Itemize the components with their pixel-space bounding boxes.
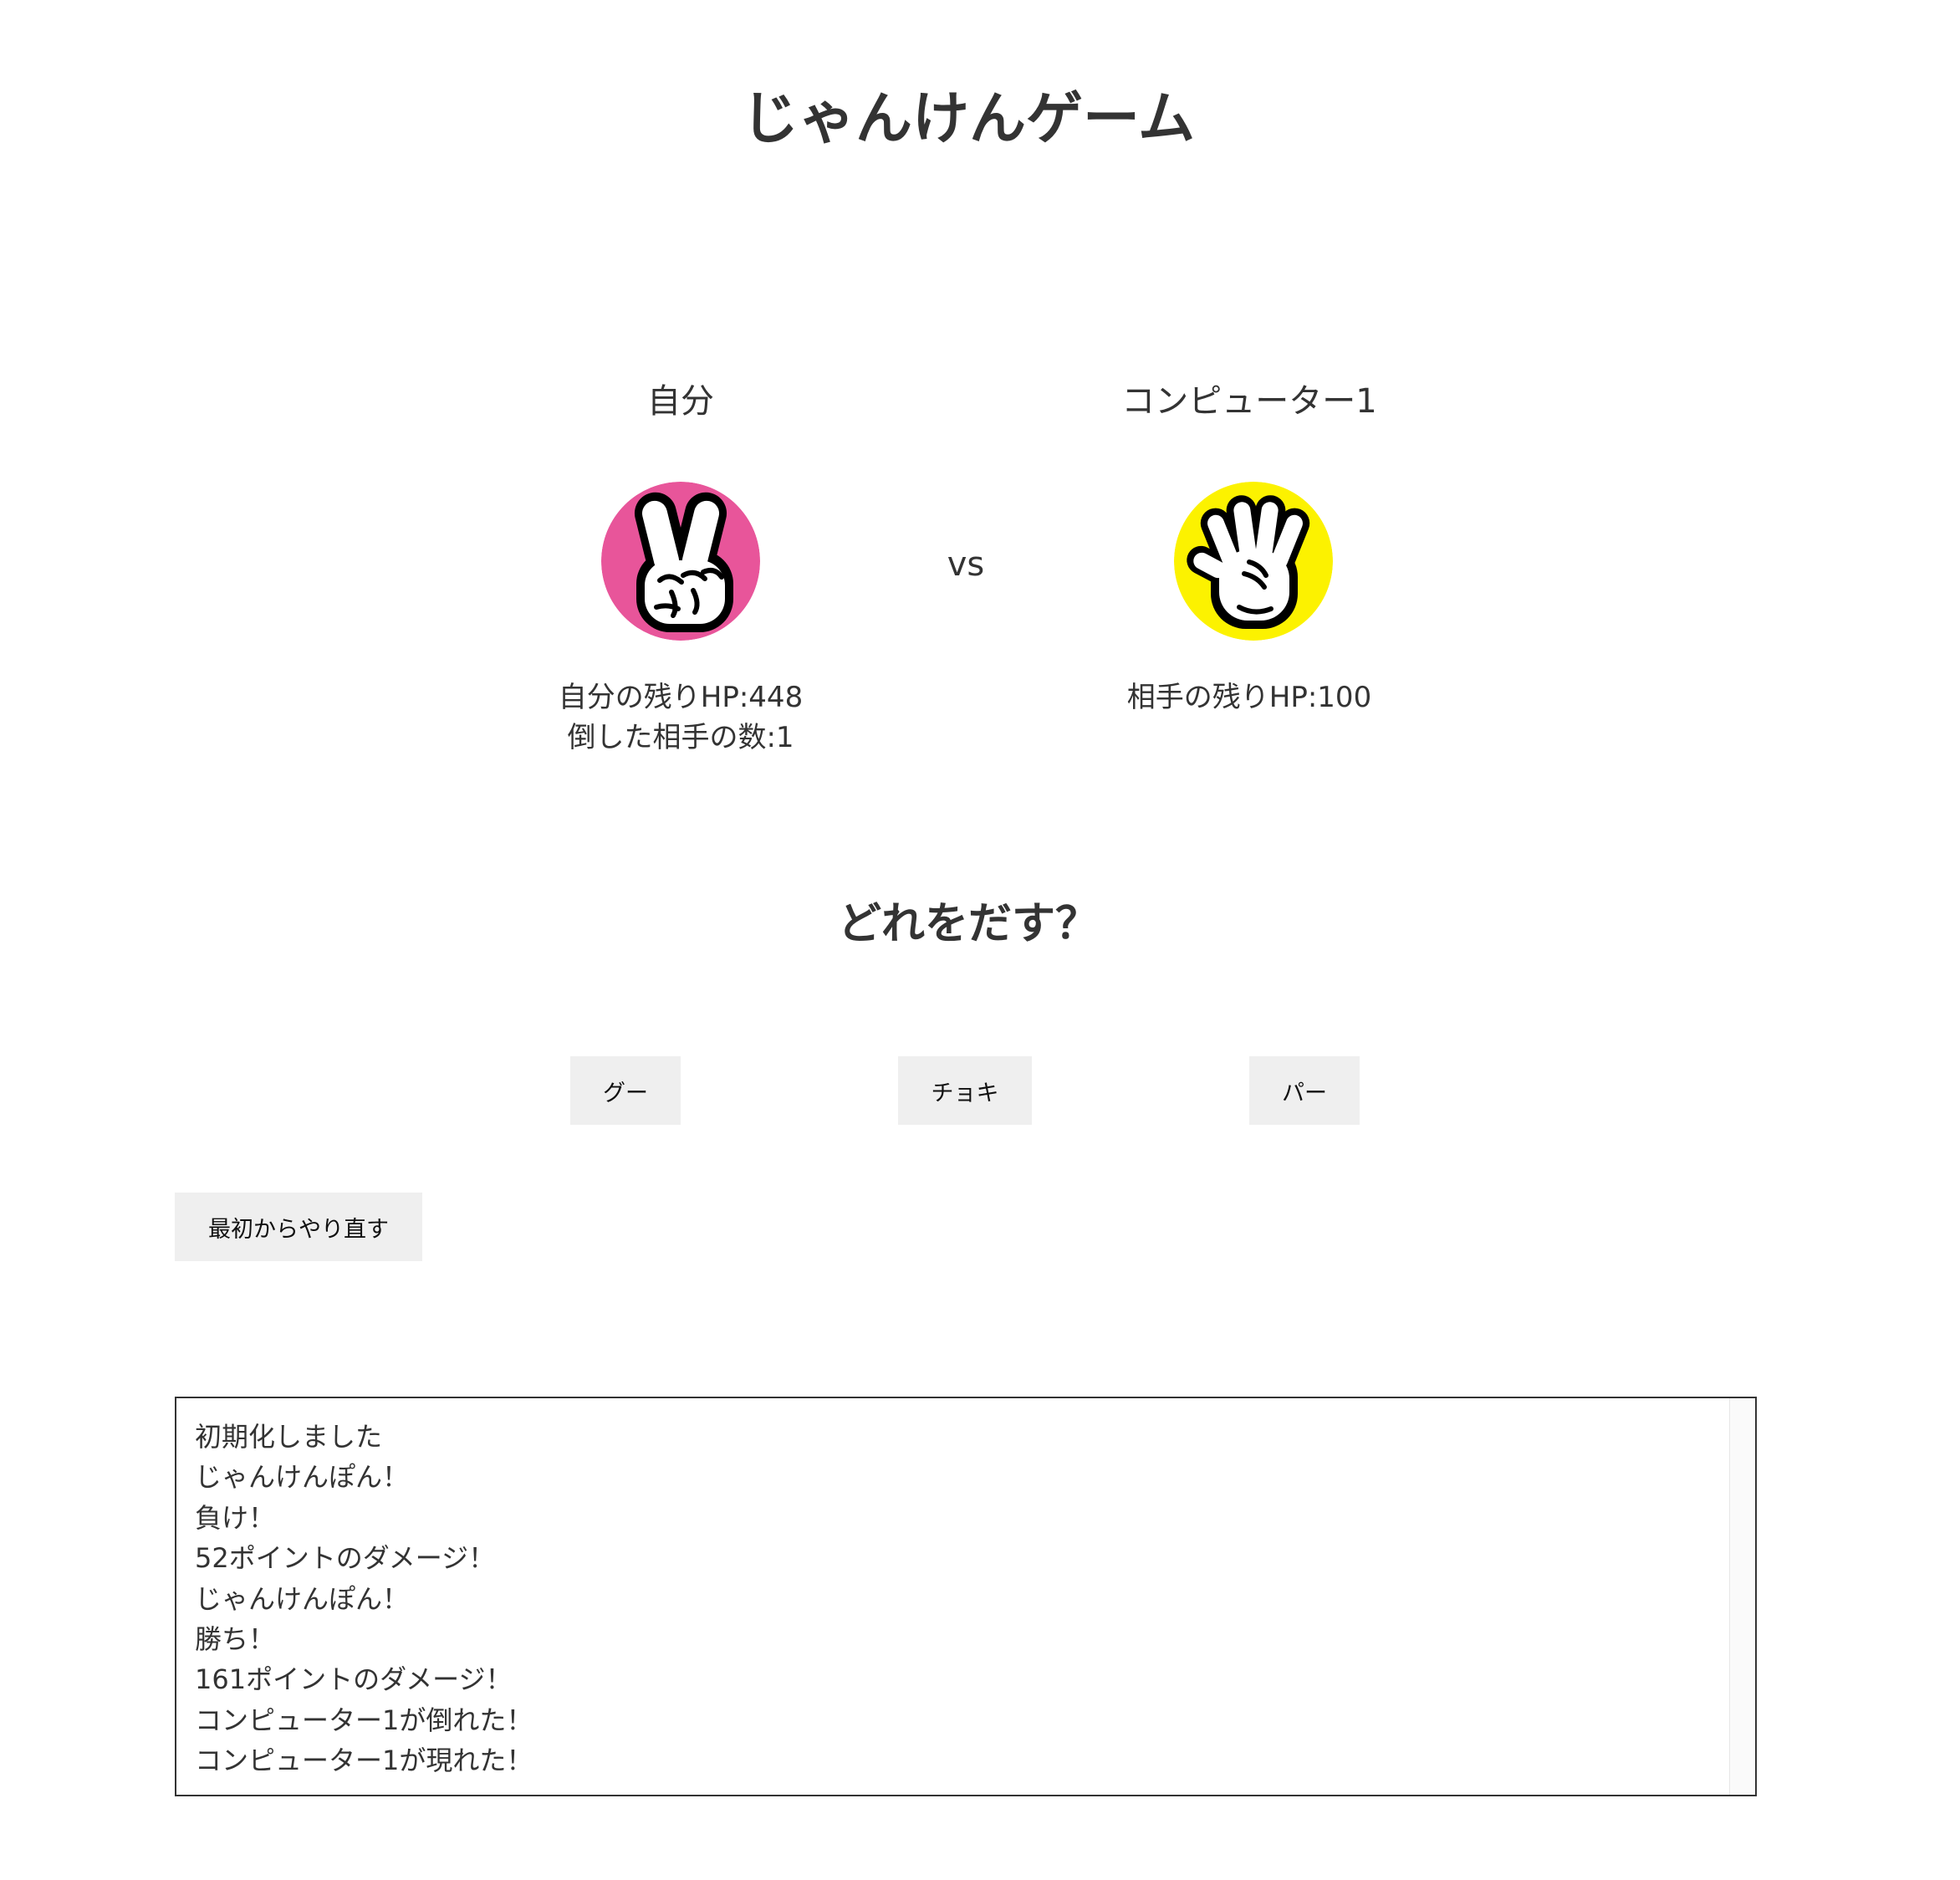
log-scrollbar[interactable] <box>1729 1398 1755 1795</box>
log-line: 負け！ <box>195 1501 276 1534</box>
enemy-name: コンピューター1 <box>1121 382 1377 421</box>
log-line: 勝ち！ <box>195 1623 276 1656</box>
page-title: じゃんけんゲーム <box>742 86 1195 152</box>
log-line: じゃんけんぽん！ <box>195 1582 410 1615</box>
log-line: コンピューター1が現れた！ <box>195 1745 533 1777</box>
player-name: 自分 <box>647 382 714 421</box>
choki-button[interactable]: チョキ <box>898 1056 1032 1125</box>
log-lines: 初期化しました じゃんけんぽん！ 負け！ 52ポイントのダメージ！ じゃんけんぽん！ 勝ち… <box>195 1417 533 1781</box>
player-status: 自分の残りHP:448 倒した相手の数:1 <box>513 677 848 758</box>
log-line: コンピューター1が倒れた！ <box>195 1704 533 1736</box>
gu-button[interactable]: グー <box>570 1056 681 1125</box>
player-defeated-count: 倒した相手の数:1 <box>567 721 794 754</box>
log-line: 初期化しました <box>195 1421 383 1453</box>
enemy-hand-pa-icon <box>1174 482 1333 641</box>
log-line: 161ポイントのダメージ！ <box>195 1663 513 1696</box>
choice-prompt: どれをだす？ <box>837 899 1099 949</box>
game-log[interactable]: 初期化しました じゃんけんぽん！ 負け！ 52ポイントのダメージ！ じゃんけんぽん！ 勝ち… <box>175 1397 1757 1796</box>
log-line: じゃんけんぽん！ <box>195 1461 410 1494</box>
player-hp: 自分の残りHP:448 <box>558 681 804 714</box>
vs-label: vs <box>947 545 985 584</box>
pa-button[interactable]: パー <box>1249 1056 1360 1125</box>
log-line: 52ポイントのダメージ！ <box>195 1542 496 1575</box>
enemy-status: 相手の残りHP:100 <box>1074 677 1425 718</box>
enemy-hp: 相手の残りHP:100 <box>1126 681 1372 714</box>
reset-button[interactable]: 最初からやり直す <box>175 1193 422 1261</box>
player-hand-choki-icon <box>601 482 760 641</box>
